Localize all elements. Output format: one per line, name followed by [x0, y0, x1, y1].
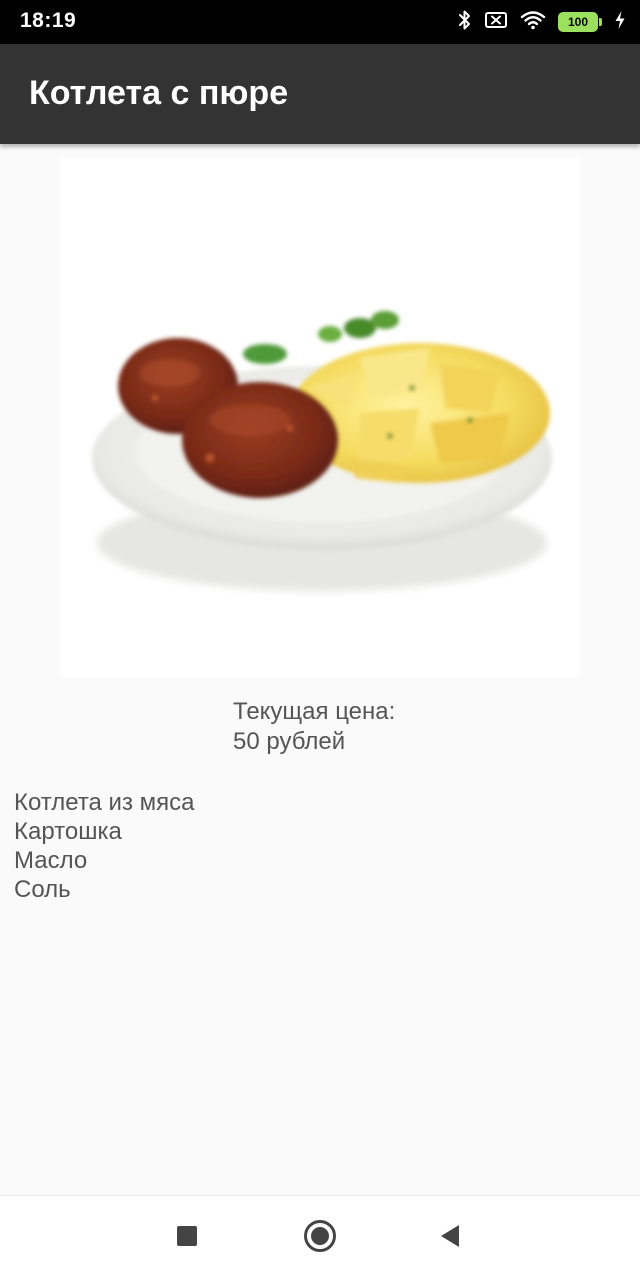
- ingredient-item: Котлета из мяса: [14, 789, 195, 816]
- price-label: Текущая цена:: [233, 698, 396, 725]
- app-bar: Котлета с пюре: [0, 44, 640, 144]
- home-icon: [304, 1220, 336, 1252]
- wifi-icon: [520, 10, 546, 35]
- back-icon: [441, 1225, 459, 1247]
- ingredients-list: Котлета из мяса Картошка Масло Соль: [14, 788, 194, 904]
- bluetooth-icon: [458, 9, 472, 36]
- page-title: Котлета с пюре: [29, 74, 289, 112]
- back-button[interactable]: [430, 1216, 470, 1256]
- status-bar: 18:19 100: [0, 0, 640, 44]
- navigation-bar: [0, 1195, 640, 1280]
- sim-off-icon: [484, 10, 508, 35]
- status-icons: 100: [458, 10, 626, 34]
- dish-photo: [60, 158, 580, 678]
- ingredient-item: Соль: [14, 876, 71, 903]
- ingredient-item: Масло: [14, 847, 88, 874]
- home-button[interactable]: [300, 1216, 340, 1256]
- price-value: 50 рублей: [233, 728, 346, 755]
- charging-icon: [614, 10, 626, 35]
- ingredient-item: Картошка: [14, 818, 122, 845]
- battery-level: 100: [558, 12, 598, 32]
- battery-icon: 100: [558, 12, 602, 32]
- status-time: 18:19: [20, 9, 77, 32]
- price-block: Текущая цена: 50 рублей: [233, 697, 395, 757]
- recents-button[interactable]: [167, 1216, 207, 1256]
- recents-icon: [177, 1226, 197, 1246]
